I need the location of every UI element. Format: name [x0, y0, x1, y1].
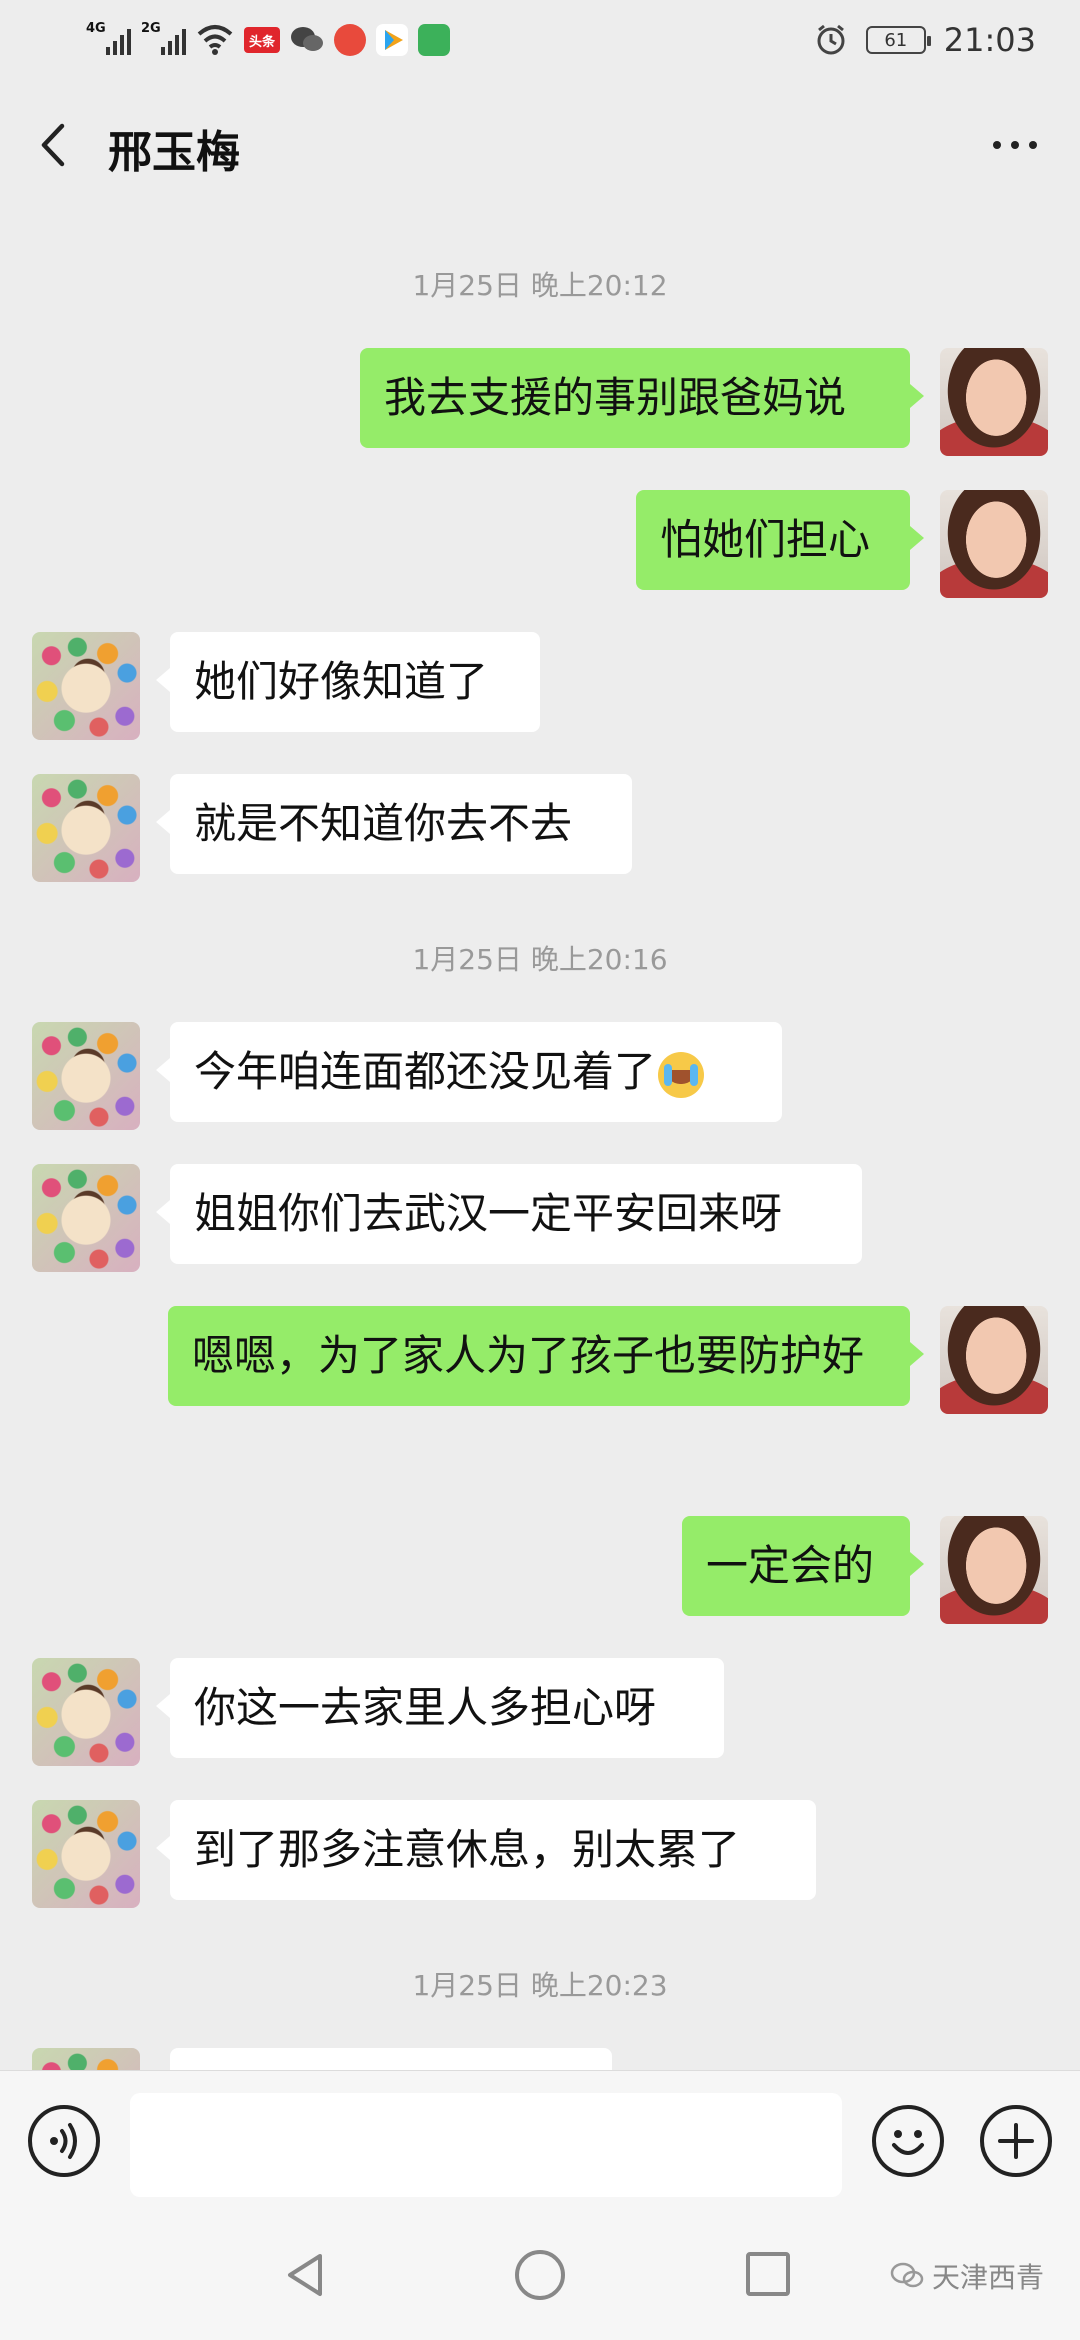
message-input[interactable]	[130, 2093, 842, 2197]
message-bubble-incoming[interactable]: 今年咱连面都还没见着了	[156, 1022, 782, 1122]
my-avatar[interactable]	[940, 490, 1048, 598]
signal-icon-1: 4G	[86, 21, 131, 55]
contact-avatar[interactable]	[32, 1164, 140, 1272]
message-bubble-incoming[interactable]	[170, 2048, 612, 2070]
status-icons-left: 4G 2G 头条	[86, 20, 450, 60]
contact-avatar[interactable]	[32, 1022, 140, 1130]
message-bubble-incoming[interactable]: 你这一去家里人多担心呀	[156, 1658, 724, 1758]
message-list[interactable]: 1月25日 晚上20:12 我去支援的事别跟爸妈说 怕她们担心 她们好像知道了 …	[0, 210, 1080, 2070]
nav-home-icon[interactable]	[515, 2250, 565, 2300]
message-bubble-incoming[interactable]: 就是不知道你去不去	[156, 774, 632, 874]
message-text: 今年咱连面都还没见着了	[194, 1047, 657, 1096]
contact-name: 邢玉梅	[108, 127, 240, 178]
wechat-logo-icon	[890, 2262, 924, 2288]
video-app-icon	[376, 24, 408, 56]
timestamp: 1月25日 晚上20:12	[412, 269, 668, 302]
wifi-icon	[197, 25, 233, 55]
toutiao-badge-label: 头条	[248, 34, 275, 50]
watermark-text: 天津西青	[931, 2261, 1044, 2294]
wechat-icon	[291, 27, 323, 51]
contact-avatar[interactable]	[32, 1800, 140, 1908]
alarm-icon	[817, 24, 845, 55]
my-avatar[interactable]	[940, 1306, 1048, 1414]
network-type-label: 2G	[141, 21, 161, 36]
contact-avatar[interactable]	[32, 1658, 140, 1766]
message-bubble-outgoing[interactable]: 怕她们担心	[636, 490, 924, 590]
back-arrow-icon[interactable]	[30, 120, 80, 170]
input-bar	[0, 2070, 1080, 2211]
game-app-icon	[418, 24, 450, 56]
network-type-label: 4G	[86, 21, 106, 36]
clock: 21:03	[943, 21, 1036, 59]
voice-icon[interactable]	[28, 2105, 100, 2177]
contact-avatar[interactable]	[32, 2048, 140, 2070]
message-bubble-outgoing[interactable]: 一定会的	[682, 1516, 924, 1616]
my-avatar[interactable]	[940, 348, 1048, 456]
system-nav-bar: 天津西青	[0, 2210, 1080, 2340]
contact-avatar[interactable]	[32, 632, 140, 740]
timestamp: 1月25日 晚上20:23	[412, 1969, 668, 2002]
chat-header: 邢玉梅	[0, 80, 1080, 210]
message-bubble-incoming[interactable]: 姐姐你们去武汉一定平安回来呀	[156, 1164, 862, 1264]
toutiao-app-icon: 头条	[244, 27, 280, 53]
nav-recents-icon[interactable]	[746, 2252, 790, 2296]
status-icons-right: 61 21:03	[814, 18, 1036, 62]
watermark: 天津西青	[890, 2256, 1044, 2296]
emoji-icon[interactable]	[872, 2105, 944, 2177]
my-avatar[interactable]	[940, 1516, 1048, 1624]
contact-avatar[interactable]	[32, 774, 140, 882]
status-bar: 4G 2G 头条 61 21:03	[0, 0, 1080, 80]
plus-icon[interactable]	[980, 2105, 1052, 2177]
timestamp: 1月25日 晚上20:16	[412, 943, 668, 976]
signal-icon-2: 2G	[141, 21, 186, 55]
message-bubble-incoming[interactable]: 她们好像知道了	[156, 632, 540, 732]
battery-icon: 61	[865, 26, 931, 54]
message-bubble-incoming[interactable]: 到了那多注意休息，别太累了	[156, 1800, 816, 1900]
battery-level: 61	[884, 29, 908, 51]
nav-back-icon[interactable]	[280, 2250, 330, 2300]
crying-face-emoji-icon	[658, 1051, 705, 1098]
weibo-app-icon	[334, 24, 366, 56]
message-bubble-outgoing[interactable]: 我去支援的事别跟爸妈说	[360, 348, 924, 448]
message-bubble-outgoing[interactable]: 嗯嗯，为了家人为了孩子也要防护好	[168, 1306, 924, 1406]
more-options-icon[interactable]	[980, 120, 1050, 170]
